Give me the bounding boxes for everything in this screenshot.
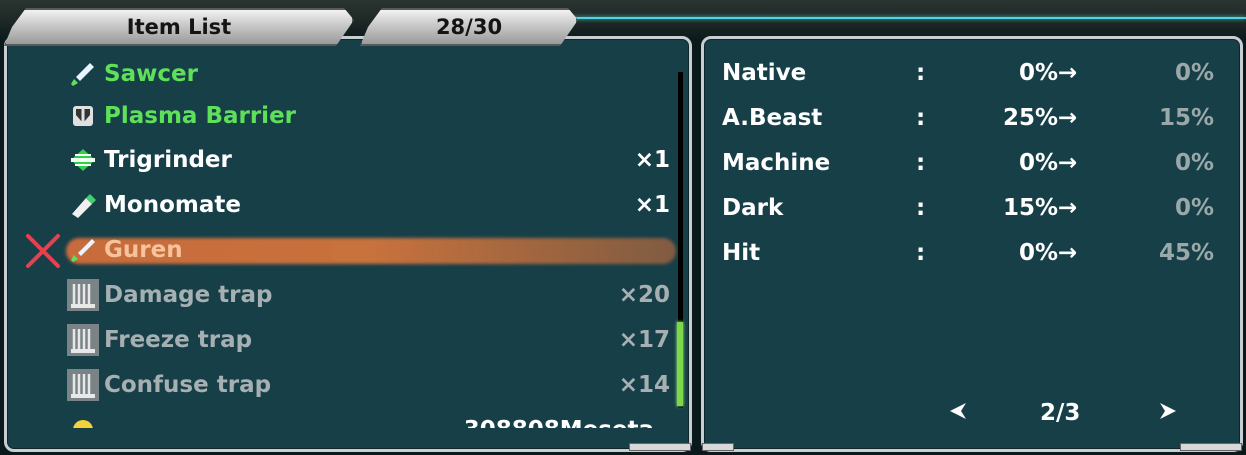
- stat-current: 0%: [1018, 60, 1058, 86]
- stat-colon: :: [916, 150, 926, 176]
- item-name: Confuse trap: [104, 372, 272, 398]
- stat-colon: :: [916, 60, 926, 86]
- arrow-icon: →: [1058, 240, 1078, 266]
- item-name: Freeze trap: [104, 327, 253, 353]
- trap-icon: [66, 368, 100, 402]
- list-item[interactable]: Monomate ×1: [4, 185, 674, 225]
- list-item[interactable]: Plasma Barrier: [4, 96, 674, 136]
- item-name: Plasma Barrier: [104, 103, 297, 129]
- stat-row-hit: Hit : 0% → 45%: [722, 240, 1222, 280]
- chevron-left-icon: [950, 403, 966, 419]
- stat-row-machine: Machine : 0% → 0%: [722, 150, 1222, 190]
- next-page-button[interactable]: [1156, 400, 1182, 428]
- stat-row-abeast: A.Beast : 25% → 15%: [722, 105, 1222, 145]
- sword-icon: [66, 233, 100, 267]
- item-name: Trigrinder: [104, 147, 232, 173]
- list-item-selected[interactable]: Guren: [4, 230, 674, 270]
- item-name: Damage trap: [104, 282, 273, 308]
- item-list: Sawcer Plasma Barrier Trigrinder ×1 Mono…: [4, 36, 686, 428]
- item-name: Guren: [104, 237, 183, 263]
- item-quantity: ×20: [618, 282, 670, 308]
- stat-colon: :: [916, 195, 926, 221]
- stat-next: 15%: [1158, 105, 1214, 131]
- item-name: Sawcer: [104, 61, 198, 87]
- item-quantity: ×17: [618, 327, 670, 353]
- meseta-icon: [66, 413, 100, 428]
- list-item[interactable]: Confuse trap ×14: [4, 365, 674, 405]
- stat-current: 0%: [1018, 150, 1058, 176]
- barrier-icon: [66, 99, 100, 133]
- item-quantity: ×14: [618, 372, 670, 398]
- monomate-icon: [66, 188, 100, 222]
- stat-label: Hit: [722, 240, 761, 266]
- item-quantity: ×1: [634, 147, 670, 173]
- stat-next: 45%: [1158, 240, 1214, 266]
- page-indicator: 2/3: [1040, 400, 1081, 426]
- stat-colon: :: [916, 105, 926, 131]
- corner-accent: [702, 443, 734, 451]
- list-item[interactable]: Damage trap ×20: [4, 275, 674, 315]
- stat-next: 0%: [1174, 60, 1214, 86]
- stat-label: Native: [722, 60, 807, 86]
- stat-next: 0%: [1174, 195, 1214, 221]
- unequip-mark-icon: [24, 232, 62, 270]
- list-item[interactable]: 308808Meseta: [4, 410, 674, 428]
- stat-colon: :: [916, 240, 926, 266]
- stat-next: 0%: [1174, 150, 1214, 176]
- arrow-icon: →: [1058, 105, 1078, 131]
- item-quantity: ×1: [634, 192, 670, 218]
- arrow-icon: →: [1058, 60, 1078, 86]
- arrow-icon: →: [1058, 150, 1078, 176]
- stat-current: 25%: [1002, 105, 1058, 131]
- header-line: [560, 17, 1246, 19]
- trap-icon: [66, 278, 100, 312]
- stat-label: A.Beast: [722, 105, 823, 131]
- prev-page-button[interactable]: [944, 400, 970, 428]
- stat-row-native: Native : 0% → 0%: [722, 60, 1222, 100]
- sword-icon: [66, 57, 100, 91]
- trap-icon: [66, 323, 100, 357]
- meseta-amount: 308808Meseta: [464, 417, 654, 428]
- list-item[interactable]: Trigrinder ×1: [4, 140, 674, 180]
- stat-current: 15%: [1002, 195, 1058, 221]
- stat-label: Machine: [722, 150, 831, 176]
- corner-accent: [629, 443, 691, 451]
- stat-row-dark: Dark : 15% → 0%: [722, 195, 1222, 235]
- arrow-icon: →: [1058, 195, 1078, 221]
- item-name: Monomate: [104, 192, 241, 218]
- scrollbar-thumb[interactable]: [677, 322, 683, 406]
- stat-current: 0%: [1018, 240, 1058, 266]
- grinder-icon: [66, 143, 100, 177]
- list-item[interactable]: Freeze trap ×17: [4, 320, 674, 360]
- stat-label: Dark: [722, 195, 784, 221]
- list-item[interactable]: Sawcer: [4, 54, 674, 94]
- chevron-right-icon: [1160, 403, 1176, 419]
- corner-accent: [1180, 443, 1242, 451]
